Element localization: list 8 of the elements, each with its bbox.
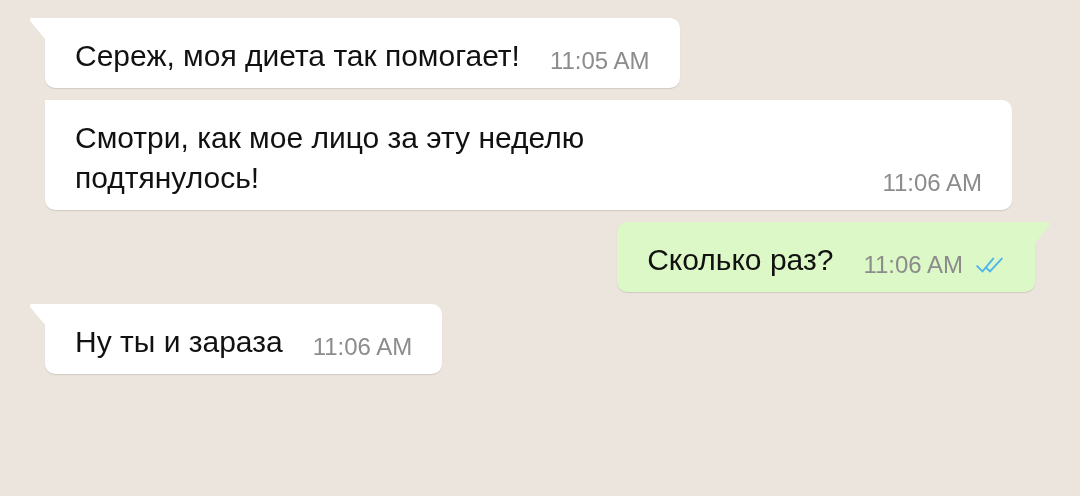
- message-text: Сереж, моя диета так помогает!: [75, 38, 520, 74]
- message-text: Смотри, как мое лицо за эту неделю подтянулось!: [75, 120, 585, 196]
- message-time: 11:06 AM: [882, 168, 982, 198]
- message-time: 11:05 AM: [549, 46, 650, 76]
- message-text: Сколько раз?: [647, 242, 834, 278]
- message-text: Ну ты и зараза: [75, 324, 283, 360]
- message-time: 11:06 AM: [863, 250, 963, 280]
- message-time: 11:06 AM: [312, 332, 413, 362]
